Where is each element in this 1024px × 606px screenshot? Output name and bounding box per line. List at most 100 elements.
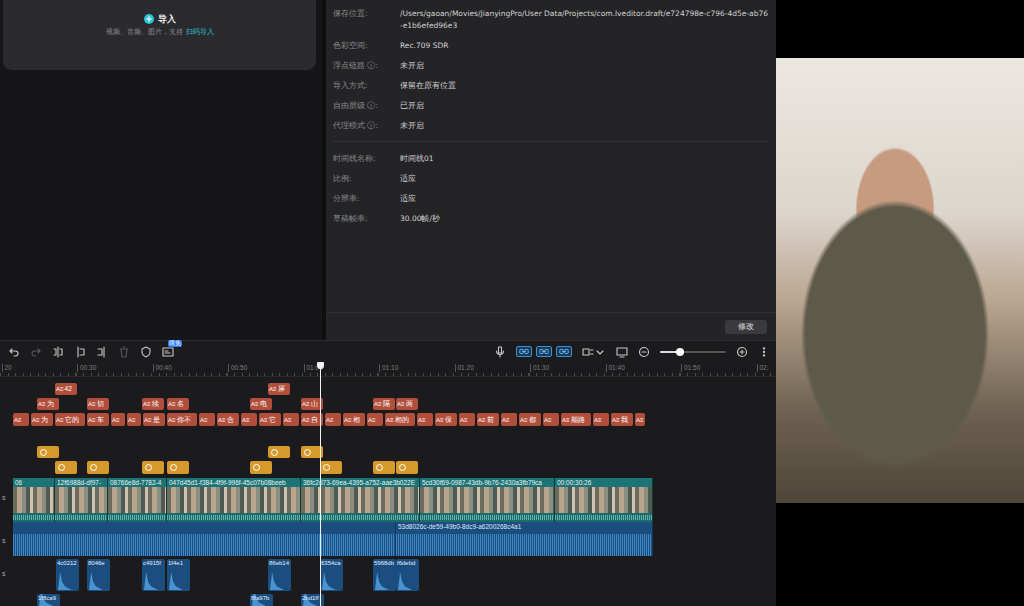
- zoom-knob[interactable]: [676, 348, 684, 356]
- text-clip[interactable]: A≡: [417, 413, 433, 426]
- split-left-icon[interactable]: [74, 346, 86, 358]
- text-clip[interactable]: A≡期路: [561, 413, 591, 426]
- sticker-clip[interactable]: [167, 461, 189, 474]
- import-area[interactable]: 导入视频、音频、图片，支持扫码导入: [3, 0, 316, 70]
- sound-effect-clip[interactable]: f6debd: [396, 559, 419, 591]
- zoom-in-icon[interactable]: [736, 346, 748, 358]
- microphone-icon[interactable]: [494, 346, 506, 358]
- text-clip[interactable]: A≡: [459, 413, 475, 426]
- track-area[interactable]: A≡42A≡屏A≡为A≡切A≡续A≡名A≡电A≡山A≡隔A≡两A≡A≡为A≡它的…: [0, 377, 776, 606]
- text-clip[interactable]: A≡: [325, 413, 341, 426]
- text-clip[interactable]: A≡隔: [373, 398, 395, 410]
- text-clip[interactable]: A≡车: [87, 413, 109, 426]
- text-clip[interactable]: A≡名: [167, 398, 189, 410]
- layout-icon[interactable]: [582, 346, 594, 358]
- property-label: 分辨率:: [333, 193, 400, 205]
- audio-clip[interactable]: [13, 522, 396, 556]
- text-clip[interactable]: A≡: [127, 413, 141, 426]
- sticker-clip[interactable]: [142, 461, 164, 474]
- video-clip[interactable]: 047d45d1-f384-4f9f-996f-45c07b08beeb: [167, 478, 301, 522]
- text-clip[interactable]: A≡为: [37, 398, 59, 410]
- text-clip[interactable]: A≡为: [31, 413, 53, 426]
- caret-down-icon[interactable]: [594, 346, 606, 358]
- text-clip[interactable]: A≡: [241, 413, 257, 426]
- sticker-clip[interactable]: [373, 461, 395, 474]
- undo-icon[interactable]: [8, 346, 20, 358]
- text-clip[interactable]: A≡: [111, 413, 125, 426]
- text-clip[interactable]: A≡都: [519, 413, 541, 426]
- sticker-clip[interactable]: [320, 461, 342, 474]
- video-clip[interactable]: 36fc2d73-69ea-4395-a752-aae3b022E: [301, 478, 420, 522]
- sticker-clip[interactable]: [55, 461, 77, 474]
- text-clip[interactable]: A≡续: [142, 398, 164, 410]
- text-clip[interactable]: A≡它: [259, 413, 281, 426]
- text-clip[interactable]: A≡: [13, 413, 29, 426]
- zoom-slider[interactable]: [660, 351, 726, 353]
- split-right-icon[interactable]: [96, 346, 108, 358]
- text-clip[interactable]: A≡: [593, 413, 609, 426]
- text-clip[interactable]: A≡42: [55, 383, 77, 395]
- text-clip[interactable]: A≡保: [435, 413, 457, 426]
- captions-icon[interactable]: [162, 346, 174, 358]
- video-clip[interactable]: 12f6988d-df97-: [55, 478, 108, 522]
- sticker-clip[interactable]: [87, 461, 109, 474]
- video-clip[interactable]: 08766e8d-7782-4: [108, 478, 167, 522]
- audio-clip[interactable]: 53d8026c-de59-49b0-8dc9-a6200268c4a1: [396, 522, 653, 556]
- timeline-body[interactable]: 2000:3000:4000:5001:0001:1001:2001:3001:…: [0, 362, 776, 606]
- video-clip[interactable]: 5cd30f69-0987-43db-9b76-2430a3fb79ca: [420, 478, 555, 522]
- layout-menu[interactable]: [582, 346, 606, 358]
- plus-icon[interactable]: [144, 14, 154, 24]
- sound-effect-clip[interactable]: c4915f: [142, 559, 165, 591]
- sticker-clip[interactable]: [250, 461, 272, 474]
- delete-icon[interactable]: [118, 346, 130, 358]
- import-label[interactable]: 导入: [158, 14, 176, 24]
- sticker-clip[interactable]: [268, 446, 290, 458]
- text-clip[interactable]: A≡: [283, 413, 299, 426]
- playhead-handle[interactable]: [317, 362, 324, 369]
- text-clip[interactable]: A≡相的: [385, 413, 415, 426]
- text-clip[interactable]: A≡合: [217, 413, 239, 426]
- text-clip[interactable]: A≡屏: [268, 383, 290, 395]
- sound-effect-clip[interactable]: 6354ca: [320, 559, 343, 591]
- text-clip[interactable]: A≡: [501, 413, 517, 426]
- text-clip[interactable]: A≡你不: [167, 413, 197, 426]
- text-clip[interactable]: A≡两: [396, 398, 418, 410]
- split-icon[interactable]: [52, 346, 64, 358]
- text-clip[interactable]: A≡: [367, 413, 383, 426]
- text-clip[interactable]: A≡电: [250, 398, 272, 410]
- video-clip[interactable]: 06: [13, 478, 55, 522]
- sound-effect-clip[interactable]: 4c0212: [56, 559, 79, 591]
- text-clip[interactable]: A≡: [543, 413, 559, 426]
- zoom-out-icon[interactable]: [638, 346, 650, 358]
- text-clip[interactable]: A≡切: [87, 398, 109, 410]
- sticker-clip[interactable]: [37, 446, 59, 458]
- link-toggle[interactable]: [536, 346, 552, 357]
- time-ruler[interactable]: 2000:3000:4000:5001:0001:1001:2001:3001:…: [0, 362, 776, 377]
- link-toggle[interactable]: [556, 346, 572, 357]
- text-clip[interactable]: A≡: [635, 413, 645, 426]
- import-button[interactable]: 导入: [144, 14, 176, 24]
- sound-effect-clip[interactable]: 1f8ca9: [37, 594, 60, 606]
- text-clip[interactable]: A≡: [199, 413, 215, 426]
- sound-effect-clip[interactable]: 86eb14: [268, 559, 291, 591]
- captions-button[interactable]: 限免: [162, 346, 174, 358]
- modify-button[interactable]: 修改: [725, 320, 767, 334]
- text-clip[interactable]: A≡它的: [55, 413, 85, 426]
- preview-icon[interactable]: [616, 346, 628, 358]
- text-clip[interactable]: A≡前: [477, 413, 499, 426]
- sound-effect-clip[interactable]: 8046e: [87, 559, 110, 591]
- video-clip[interactable]: 00:00:30:26: [555, 478, 653, 522]
- sticker-clip[interactable]: [396, 461, 418, 474]
- playhead[interactable]: [320, 362, 321, 606]
- text-clip[interactable]: A≡相: [343, 413, 365, 426]
- text-clip[interactable]: A≡我: [611, 413, 633, 426]
- text-clip[interactable]: A≡是: [143, 413, 165, 426]
- scan-import-link[interactable]: 扫码导入: [186, 28, 214, 36]
- shield-icon[interactable]: [140, 346, 152, 358]
- sound-effect-clip[interactable]: 8fa97b: [250, 594, 273, 606]
- redo-icon[interactable]: [30, 346, 42, 358]
- sound-effect-clip[interactable]: 1f4e1: [167, 559, 190, 591]
- sound-effect-clip[interactable]: 5968db: [373, 559, 396, 591]
- link-toggle[interactable]: [516, 346, 532, 357]
- more-icon[interactable]: [758, 346, 770, 358]
